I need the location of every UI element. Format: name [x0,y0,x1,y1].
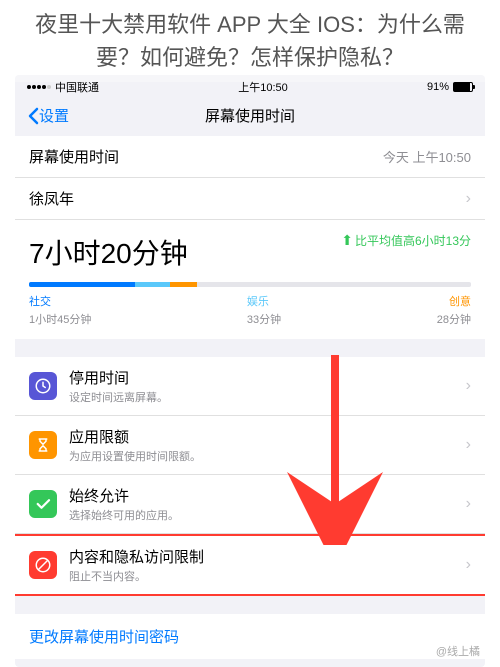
summary-value: 今天 上午10:50 [383,147,471,166]
chevron-right-icon: › [466,377,471,395]
setting-title: 停用时间 [69,367,466,388]
setting-title: 始终允许 [69,485,466,506]
chevron-right-icon: › [466,556,471,574]
navigation-bar: 设置 屏幕使用时间 [15,99,485,136]
setting-sub: 为应用设置使用时间限额。 [69,448,466,464]
article-title-overlay: 夜里十大禁用软件 APP 大全 IOS：为什么需要？如何避免？怎样保护隐私？ [0,0,500,82]
usage-categories: 社交 1小时45分钟 娱乐 33分钟 创意 28分钟 [29,293,471,327]
user-name: 徐凤年 [29,188,74,209]
usage-card[interactable]: 7小时20分钟 ⬆ 比平均值高6小时13分 社交 1小时45分钟 娱乐 33分钟… [15,220,485,339]
page-title: 屏幕使用时间 [205,105,295,126]
chevron-left-icon [27,107,39,125]
cat-creative-value: 28分钟 [437,311,471,327]
usage-bar [29,282,471,287]
phone-screenshot: 中国联通 上午10:50 91% 设置 屏幕使用时间 屏幕使用时间 今天 上午1… [15,75,485,667]
chevron-right-icon: › [466,436,471,454]
chevron-right-icon: › [466,190,471,208]
cat-creative-label: 创意 [437,293,471,309]
back-button[interactable]: 设置 [27,105,69,126]
back-label: 设置 [39,105,69,126]
cat-social-value: 1小时45分钟 [29,311,91,327]
battery-pct: 91% [427,81,449,93]
no-entry-icon [29,551,57,579]
setting-sub: 设定时间远离屏幕。 [69,389,466,405]
total-usage-time: 7小时20分钟 [29,232,188,272]
checkmark-icon [29,490,57,518]
setting-downtime[interactable]: 停用时间 设定时间远离屏幕。 › [15,357,485,416]
battery-icon [453,82,473,92]
setting-always-allowed[interactable]: 始终允许 选择始终可用的应用。 › [15,475,485,534]
link-label: 更改屏幕使用时间密码 [29,629,179,646]
setting-app-limits[interactable]: 应用限额 为应用设置使用时间限额。 › [15,416,485,475]
chevron-right-icon: › [466,495,471,513]
setting-sub: 阻止不当内容。 [69,568,466,584]
change-passcode-link[interactable]: 更改屏幕使用时间密码 [15,614,485,659]
setting-title: 应用限额 [69,426,466,447]
summary-label: 屏幕使用时间 [29,146,119,167]
setting-content-privacy[interactable]: 内容和隐私访问限制 阻止不当内容。 › [15,534,485,596]
arrow-up-icon: ⬆ [341,232,353,249]
cat-ent-value: 33分钟 [247,311,281,327]
watermark: @线上橘 [436,643,480,659]
setting-sub: 选择始终可用的应用。 [69,507,466,523]
signal-icon [27,85,51,89]
cat-social-label: 社交 [29,293,91,309]
screen-time-summary-row[interactable]: 屏幕使用时间 今天 上午10:50 [15,136,485,178]
cat-ent-label: 娱乐 [247,293,281,309]
setting-title: 内容和隐私访问限制 [69,546,466,567]
downtime-icon [29,372,57,400]
usage-delta: ⬆ 比平均值高6小时13分 [341,232,471,249]
user-row[interactable]: 徐凤年 › [15,178,485,220]
hourglass-icon [29,431,57,459]
